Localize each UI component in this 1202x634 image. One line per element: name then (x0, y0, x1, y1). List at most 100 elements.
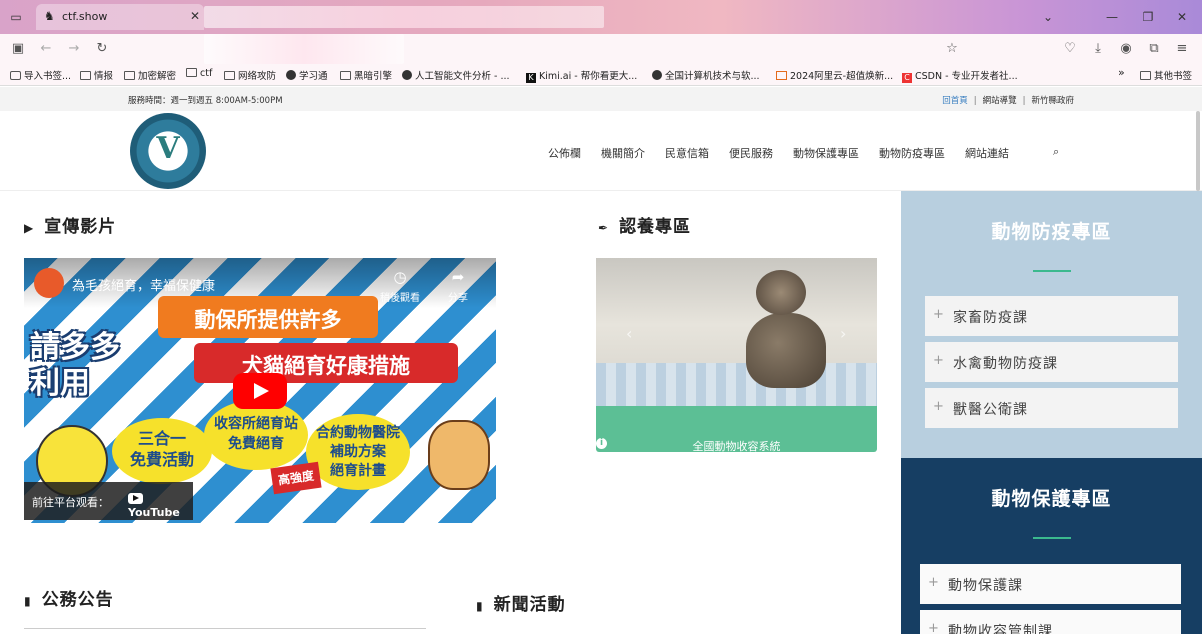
tab-dropdown-icon[interactable]: ⌄ (1040, 9, 1056, 25)
bookmark-item[interactable]: 网络攻防 (224, 68, 276, 82)
pocket-icon[interactable]: ♡ (1062, 41, 1078, 57)
video-title[interactable]: 為毛孩絕育，幸福保健康 (72, 275, 215, 294)
folder-icon (340, 71, 351, 80)
search-icon[interactable]: ⌕ (1053, 145, 1059, 159)
news-section-title: ▮ 新聞活動 (476, 595, 566, 615)
bookmark-import[interactable]: 导入书签... (10, 68, 71, 82)
more-bookmarks-icon[interactable]: » (1118, 66, 1125, 79)
folder-icon (1140, 71, 1151, 80)
bookmark-item[interactable]: C CSDN - 专业开发者社... (902, 68, 1018, 83)
plus-icon: + (928, 575, 939, 590)
bookmark-item[interactable]: ctf (186, 68, 212, 79)
extensions-icon[interactable]: ⧉ (1146, 41, 1162, 57)
watch-later-button[interactable]: ◷ 稍後觀看 (380, 268, 420, 304)
minimize-icon[interactable]: — (1104, 9, 1120, 25)
close-window-icon[interactable]: ✕ (1174, 9, 1190, 25)
share-icon: ➦ (451, 268, 465, 286)
browser-tab-bar: ▭ ♞ ctf.show ✕ ⌄ — ❐ ✕ (0, 0, 1202, 34)
video-bubble-subsidy: 合約動物醫院 補助方案 絕育計畫 (306, 414, 410, 490)
sitemap-link[interactable]: 網站導覽 (983, 96, 1017, 106)
tab-list-icon[interactable]: ▭ (8, 9, 24, 25)
kitten-head (756, 270, 806, 315)
kimi-icon: K (526, 73, 536, 83)
epidemic-item-livestock[interactable]: + 家畜防疫課 (925, 296, 1178, 336)
folder-icon (186, 68, 197, 77)
menu-icon[interactable]: ≡ (1174, 41, 1190, 57)
back-icon[interactable]: ← (38, 41, 54, 57)
reload-icon[interactable]: ↻ (94, 41, 110, 57)
epidemic-item-waterfowl[interactable]: + 水禽動物防疫課 (925, 342, 1178, 382)
epidemic-panel-title: 動物防疫專區 (991, 221, 1112, 243)
sidebar-toggle-icon[interactable]: ▣ (10, 41, 26, 57)
folder-icon (224, 71, 235, 80)
plus-icon: + (933, 353, 944, 368)
bookmark-icon: ▮ (476, 599, 484, 613)
bookmark-item[interactable]: 学习通 (286, 68, 328, 82)
browser-nav-bar: ▣ ← → ↻ ☆ ♡ ⤓ ◉ ⧉ ≡ (0, 34, 1202, 64)
aliyun-icon (776, 71, 787, 80)
bookmark-item[interactable]: 2024阿里云-超值焕新... (776, 68, 893, 82)
bookmark-item[interactable]: 黑暗引擎 (340, 68, 392, 82)
page-scrollbar[interactable] (1196, 111, 1200, 191)
bookmark-item[interactable]: 全国计算机技术与软... (652, 68, 760, 82)
title-underline (1033, 537, 1071, 539)
menu-item-bulletin[interactable]: 公佈欄 (548, 145, 581, 161)
separator: | (973, 96, 977, 106)
menu-item-epidemic[interactable]: 動物防疫專區 (879, 145, 945, 161)
video-bubble-free-neuter: 收容所絕育站 免費絕育 (204, 400, 308, 470)
site-top-strip: 服務時間：週一到週五 8:00AM-5:00PM 回首頁 | 網站導覽 | 新竹縣政府 (0, 87, 1202, 111)
share-button[interactable]: ➦ 分享 (436, 268, 480, 304)
globe-icon (652, 70, 662, 80)
separator: | (1022, 96, 1026, 106)
bookmark-item[interactable]: 情报 (80, 68, 113, 82)
channel-avatar[interactable] (34, 268, 64, 298)
menu-item-about[interactable]: 機關簡介 (601, 145, 645, 161)
menu-item-mailbox[interactable]: 民意信箱 (665, 145, 709, 161)
watch-on-label: 前往平台观看： (32, 496, 109, 509)
tab-favicon-icon: ♞ (44, 9, 55, 23)
epidemic-item-public-health[interactable]: + 獸醫公衛課 (925, 388, 1178, 428)
address-bar[interactable] (116, 34, 970, 64)
home-link[interactable]: 回首頁 (942, 96, 968, 106)
browser-tab[interactable]: ♞ ctf.show (36, 4, 204, 30)
account-icon[interactable]: ◉ (1118, 41, 1134, 57)
logo-emblem: V (156, 131, 180, 166)
protection-item-protect[interactable]: + 動物保護課 (920, 564, 1181, 604)
forward-icon[interactable]: → (66, 41, 82, 57)
adoption-carousel-image[interactable]: ‹ › (596, 258, 877, 406)
play-button-icon[interactable] (233, 373, 287, 409)
watch-on-youtube[interactable]: 前往平台观看： YouTube (24, 482, 193, 520)
carousel-next-icon[interactable]: › (840, 324, 846, 343)
top-links: 回首頁 | 網站導覽 | 新竹縣政府 (942, 94, 1074, 106)
protection-item-shelter[interactable]: + 動物收容管制課 (920, 610, 1181, 634)
globe-icon (286, 70, 296, 80)
bookmark-item[interactable]: K Kimi.ai - 帮你看更大... (526, 68, 637, 83)
bookmark-item[interactable]: 人工智能文件分析 - ... (402, 68, 510, 82)
bookmark-star-icon[interactable]: ☆ (944, 41, 960, 57)
menu-item-protection[interactable]: 動物保護專區 (793, 145, 859, 161)
downloads-icon[interactable]: ⤓ (1090, 41, 1106, 57)
carousel-prev-icon[interactable]: ‹ (626, 324, 632, 343)
video-big-text: 請多多 利用 (30, 330, 120, 401)
menu-item-links[interactable]: 網站連結 (965, 145, 1009, 161)
menu-item-services[interactable]: 便民服務 (729, 145, 773, 161)
plus-icon: + (933, 307, 944, 322)
notice-section-title: ▮ 公務公告 (24, 590, 114, 610)
restore-icon[interactable]: ❐ (1140, 9, 1156, 25)
county-gov-link[interactable]: 新竹縣政府 (1031, 96, 1074, 106)
epidemic-panel: 動物防疫專區 + 家畜防疫課 + 水禽動物防疫課 + 獸醫公衛課 (901, 191, 1202, 458)
youtube-icon (128, 493, 143, 504)
play-icon: ▶ (24, 221, 35, 235)
shelter-system-button[interactable]: i 全國動物收容系統 (596, 406, 877, 453)
csdn-icon: C (902, 73, 912, 83)
other-bookmarks[interactable]: 其他书签 (1140, 68, 1192, 82)
doc-ai-icon (402, 70, 412, 80)
close-tab-icon[interactable]: ✕ (190, 9, 200, 23)
blanket (596, 363, 877, 406)
adopt-section-title: ✒ 認養專區 (598, 217, 692, 237)
folder-icon (124, 71, 135, 80)
bookmark-item[interactable]: 加密解密 (124, 68, 176, 82)
plus-icon: + (933, 399, 944, 414)
site-logo[interactable]: V (130, 113, 206, 189)
clock-icon: ◷ (393, 268, 407, 286)
